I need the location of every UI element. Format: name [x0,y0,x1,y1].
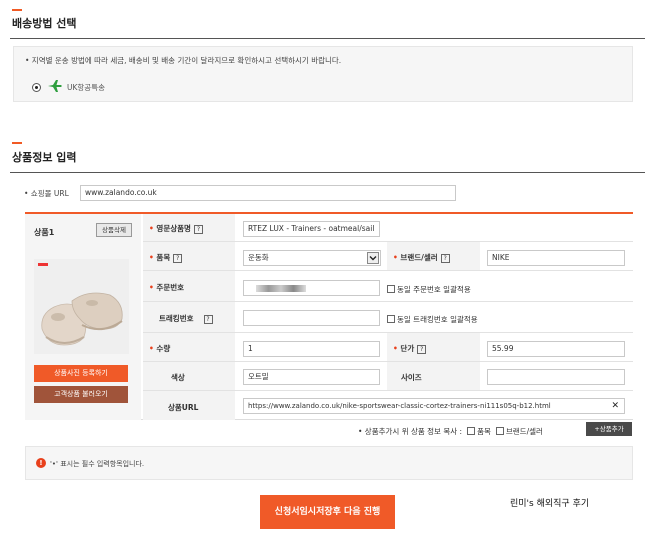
row-divider [143,270,633,271]
copy-info-label: • 상품추가시 위 상품 정보 복사 : [358,427,463,436]
color-input[interactable]: 오트밀 [243,369,380,385]
tracking-input[interactable] [243,310,380,326]
size-input[interactable] [487,369,625,385]
radio-selected-icon[interactable] [32,82,41,92]
required-notice-box: ! '•' 표시는 필수 입력항목입니다. [25,446,633,480]
divider [10,38,645,39]
price-input[interactable]: 55.99 [487,341,625,357]
checkbox-icon[interactable] [467,427,476,435]
help-icon[interactable]: ? [417,345,427,354]
chevron-down-icon[interactable] [367,252,379,264]
submit-next-button[interactable]: 신청서임시저장후 다음 진행 [260,495,395,529]
product-url-value: https://www.zalando.co.uk/nike-sportswea… [248,402,551,410]
upload-photo-button[interactable]: 상품사진 등록하기 [34,365,128,382]
copy-category-checkbox[interactable]: 품목 [467,426,491,437]
url-label: 상품URL [168,403,199,412]
checkbox-icon[interactable] [495,427,504,435]
help-icon[interactable]: ? [173,254,183,263]
color-label: 색상 [171,373,185,382]
category-selected-value: 운동화 [248,253,269,262]
category-label: • 품목? [149,252,183,263]
brand-label: • 브랜드/셀러? [393,252,450,263]
section-accent-bar [12,142,22,144]
blurred-value [256,284,306,292]
product-left-panel: 상품1 상품삭제 상품사진 등록하기 고객상품 불러오기 [25,214,141,420]
divider [10,172,645,173]
qty-label: • 수량 [149,344,171,353]
shipping-option[interactable]: UK항공특송 [32,80,105,94]
shipping-section-title: 배송방법 선택 [12,17,77,30]
row-divider [143,301,633,302]
product-card: 상품1 상품삭제 상품사진 등록하기 고객상품 불러오기 • 영문상품명? RT… [25,212,633,420]
checkbox-icon[interactable] [387,285,395,293]
section-accent-bar [12,9,22,11]
order-no-input[interactable] [243,280,380,296]
order-no-label: • 주문번호 [149,283,185,292]
shop-url-label: • 쇼핑몰 URL [24,189,69,198]
airplane-icon [47,79,63,95]
name-input[interactable]: RTEZ LUX - Trainers - oatmeal/sail [243,221,380,237]
add-product-button[interactable]: +상품추가 [586,422,632,436]
size-label: 사이즈 [401,373,422,382]
help-icon[interactable]: ? [203,315,213,324]
clear-icon[interactable]: ✕ [611,399,619,413]
shop-url-input[interactable]: www.zalando.co.uk [80,185,456,201]
help-icon[interactable]: ? [440,254,450,263]
name-label: • 영문상품명? [149,223,203,234]
category-select[interactable]: 운동화 [243,250,381,266]
product-item-title: 상품1 [34,228,55,237]
tracking-label: 트래킹번호? [159,313,213,324]
product-url-input[interactable]: https://www.zalando.co.uk/nike-sportswea… [243,398,625,414]
copy-brand-checkbox[interactable]: 브랜드/셀러 [495,426,543,437]
qty-input[interactable]: 1 [243,341,380,357]
same-order-checkbox[interactable]: 동일 주문번호 일괄적용 [387,284,471,295]
product-section-title: 상품정보 입력 [12,151,77,164]
load-past-product-button[interactable]: 고객상품 불러오기 [34,386,128,403]
price-label: • 단가? [393,343,427,354]
alert-icon: ! [36,458,46,468]
product-image [34,259,129,354]
watermark-text: 린미's 해외직구 후기 [510,499,590,509]
shipping-box: • 지역별 운송 방법에 따라 세금, 배송비 및 배송 기간이 달라지므로 확… [13,46,633,102]
same-tracking-checkbox[interactable]: 동일 트래킹번호 일괄적용 [387,314,478,325]
copy-info-row: • 상품추가시 위 상품 정보 복사 : 품목 브랜드/셀러 [358,426,543,437]
row-divider [143,390,633,391]
shipping-notice: • 지역별 운송 방법에 따라 세금, 배송비 및 배송 기간이 달라지므로 확… [25,56,342,65]
brand-input[interactable]: NIKE [487,250,625,266]
delete-product-button[interactable]: 상품삭제 [96,223,132,237]
shipping-option-label: UK항공특송 [67,82,106,92]
help-icon[interactable]: ? [193,225,203,234]
checkbox-icon[interactable] [387,315,395,323]
required-notice-text: '•' 표시는 필수 입력항목입니다. [50,460,145,468]
